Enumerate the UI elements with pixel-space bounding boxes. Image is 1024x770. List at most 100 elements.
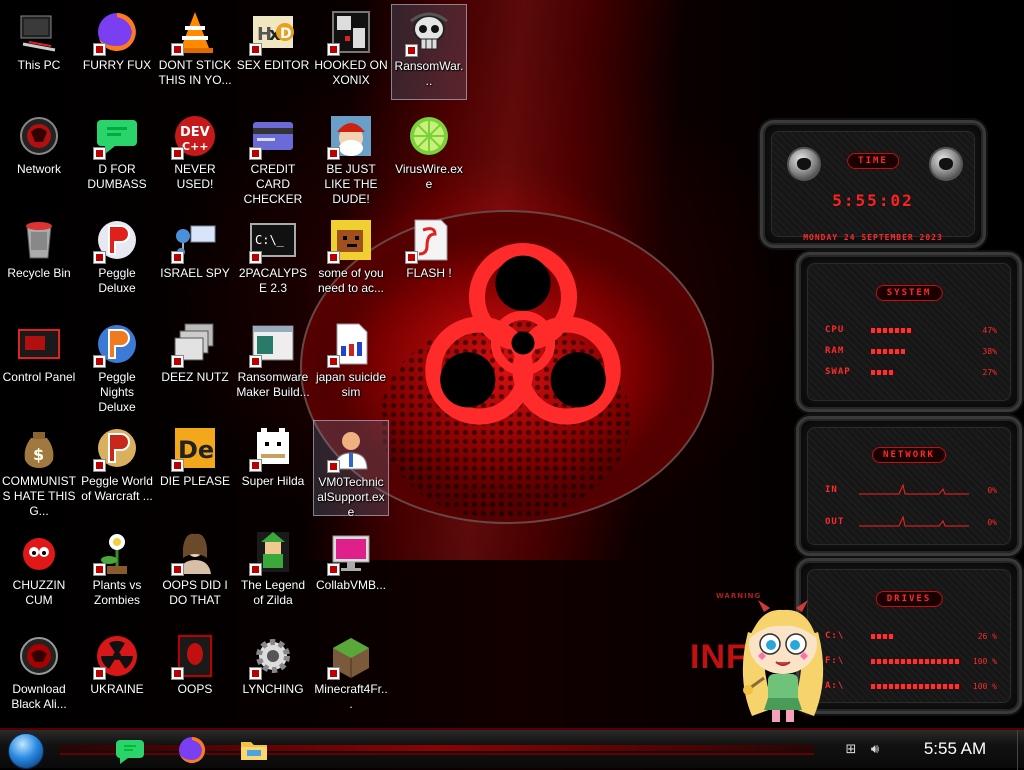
windows-stack-icon xyxy=(171,320,219,368)
widget-level-bar xyxy=(871,349,905,354)
widget-row-value: 47% xyxy=(982,326,997,335)
widget-row-value: 27% xyxy=(982,368,997,377)
shortcut-arrow-icon xyxy=(171,355,184,368)
widget-row-value: 26 % xyxy=(977,632,997,641)
desktop-icon-label: Download Black Ali... xyxy=(11,682,67,711)
desktop-icon-label: ISRAEL SPY xyxy=(160,266,230,280)
desktop-icon-label: Minecraft4Fr... xyxy=(314,682,388,711)
widget-title: DRIVES xyxy=(875,591,943,607)
network-activity-graph xyxy=(859,483,969,495)
desktop-icon-spy[interactable]: ISRAEL SPY xyxy=(157,212,233,308)
desktop-icon-peggle[interactable]: Peggle Deluxe xyxy=(79,212,155,308)
desktop-icon-link[interactable]: The Legend of Zilda xyxy=(235,524,311,620)
terminal-icon: C:\_ xyxy=(249,216,297,264)
shortcut-arrow-icon xyxy=(249,43,262,56)
desktop-icon-control-panel[interactable]: Control Panel xyxy=(1,316,77,412)
desktop-icon-lime[interactable]: VirusWire.exe xyxy=(391,108,467,204)
widget-row-value: 0% xyxy=(987,486,997,495)
desktop-icon-windows-stack[interactable]: DEEZ NUTZ xyxy=(157,316,233,412)
shortcut-arrow-icon xyxy=(93,251,106,264)
money-bag-icon: $ xyxy=(15,424,63,472)
desktop-icon-xonix[interactable]: HOOKED ON XONIX xyxy=(313,4,389,100)
taskbar-chat-app[interactable] xyxy=(110,734,150,766)
desktop-icon-recycle-bin[interactable]: Recycle Bin xyxy=(1,212,77,308)
shortcut-arrow-icon xyxy=(327,667,340,680)
desktop-icon-label: Peggle Deluxe xyxy=(98,266,136,295)
desktop-icon-label: UKRAINE xyxy=(90,682,144,696)
desktop-icon-hxd[interactable]: Hx D SEX EDITOR xyxy=(235,4,311,100)
desktop-icon-label: OOPS xyxy=(177,682,213,696)
document-icon xyxy=(327,320,375,368)
widget-row-value: 0% xyxy=(987,518,997,527)
network-widget: NETWORK IN 0% OUT 0% xyxy=(796,416,1022,556)
desktop-icon-settings-gear[interactable]: LYNCHING xyxy=(235,628,311,724)
shortcut-arrow-icon xyxy=(171,667,184,680)
desktop-icon-plant[interactable]: Plants vs Zombies xyxy=(79,524,155,620)
volume-tray-icon[interactable]: 🔊︎ xyxy=(867,742,883,758)
desktop-icon-label: VirusWire.exe xyxy=(395,162,463,191)
xonix-icon xyxy=(327,8,375,56)
desktop-icon-label: 2PACALYPSE 2.3 xyxy=(238,266,308,295)
desktop-icon-terminal[interactable]: C:\_ 2PACALYPSE 2.3 xyxy=(235,212,311,308)
desktop-icon-label: Peggle Nights Deluxe xyxy=(98,370,136,414)
devcpp-icon: DEV C++ xyxy=(171,112,219,160)
star-butterfly-character xyxy=(742,600,824,722)
desktop-icon-credit-card[interactable]: CREDIT CARD CHECKER xyxy=(235,108,311,206)
skull-icon xyxy=(405,9,453,57)
network-tray-icon[interactable]: ⊞ xyxy=(843,742,859,758)
desktop-icon-vlc-cone[interactable]: DONT STICK THIS IN YO... xyxy=(157,4,233,100)
desktop-icon-flash[interactable]: FLASH ! xyxy=(391,212,467,308)
desktop-icon-label: Peggle World of Warcraft ... xyxy=(81,474,153,503)
monitor-icon xyxy=(327,528,375,576)
chuzzle-icon xyxy=(15,528,63,576)
desktop-icon-network[interactable]: Network xyxy=(1,108,77,204)
shortcut-arrow-icon xyxy=(249,563,262,576)
taskbar-file-explorer-app[interactable] xyxy=(234,734,274,766)
desktop-icon-peggle-nights[interactable]: Peggle Nights Deluxe xyxy=(79,316,155,414)
desktop-icon-portrait[interactable]: OOPS DID I DO THAT xyxy=(157,524,233,620)
desktop-icon-document[interactable]: japan suicide sim xyxy=(313,316,389,412)
widget-title: SYSTEM xyxy=(875,285,943,301)
widget-title: TIME xyxy=(847,153,899,169)
desktop-icon-santa[interactable]: BE JUST LIKE THE DUDE! xyxy=(313,108,389,206)
desktop-icon-money-bag[interactable]: $ COMMUNISTS HATE THIS G... xyxy=(1,420,77,518)
shortcut-arrow-icon xyxy=(93,43,106,56)
desktop-icon-label: DIE PLEASE xyxy=(159,474,231,488)
widget-row-value: 100 % xyxy=(972,657,997,666)
desktop-icon-alienware[interactable]: OOPS xyxy=(157,628,233,724)
minecraft-grass-icon xyxy=(327,632,375,680)
desktop-icon-label: The Legend of Zilda xyxy=(240,578,306,607)
show-desktop-button[interactable] xyxy=(1017,730,1024,770)
widget-row-label: IN xyxy=(825,485,838,495)
start-button[interactable] xyxy=(8,733,44,769)
desktop-icon-chat[interactable]: D FOR DUMBASS xyxy=(79,108,155,204)
desktop-icon-de[interactable]: De DIE PLEASE xyxy=(157,420,233,516)
control-panel-icon xyxy=(15,320,63,368)
window-app-icon xyxy=(249,320,297,368)
desktop-icon-pixel-cat[interactable]: Super Hilda xyxy=(235,420,311,516)
desktop-icon-skull[interactable]: RansomWar... xyxy=(391,4,467,100)
link-icon xyxy=(249,528,297,576)
desktop-icon-chuzzle[interactable]: CHUZZIN CUM xyxy=(1,524,77,620)
taskbar-firefox-app[interactable] xyxy=(172,734,212,766)
desktop-icon-window-app[interactable]: Ransomware Maker Build... xyxy=(235,316,311,412)
desktop-icon-peggle-wow[interactable]: Peggle World of Warcraft ... xyxy=(79,420,155,516)
desktop-icon-minecraft-grass[interactable]: Minecraft4Fr... xyxy=(313,628,389,724)
credit-card-icon xyxy=(249,112,297,160)
desktop-icon-devcpp[interactable]: DEV C++ NEVER USED! xyxy=(157,108,233,204)
desktop-icon-radiation[interactable]: UKRAINE xyxy=(79,628,155,724)
desktop-icon-monitor[interactable]: CollabVMB... xyxy=(313,524,389,620)
desktop-icon-support-person[interactable]: VM0TechnicalSupport.exe xyxy=(313,420,389,519)
desktop-icon-computer[interactable]: This PC xyxy=(1,4,77,100)
svg-text:DEV: DEV xyxy=(180,125,210,140)
computer-icon xyxy=(15,8,63,56)
taskbar-clock[interactable]: 5:55 AM xyxy=(900,739,1010,759)
desktop-icon-alien-orb[interactable]: Download Black Ali... xyxy=(1,628,77,724)
desktop-icon-pixel-dog[interactable]: some of you need to ac... xyxy=(313,212,389,308)
shortcut-arrow-icon xyxy=(93,355,106,368)
time-widget: TIME 5:55:02 MONDAY 24 SEPTEMBER 2023 xyxy=(760,120,986,248)
shortcut-arrow-icon xyxy=(249,355,262,368)
shortcut-arrow-icon xyxy=(327,43,340,56)
desktop-icon-firefox[interactable]: FURRY FUX xyxy=(79,4,155,100)
radiation-icon xyxy=(93,632,141,680)
